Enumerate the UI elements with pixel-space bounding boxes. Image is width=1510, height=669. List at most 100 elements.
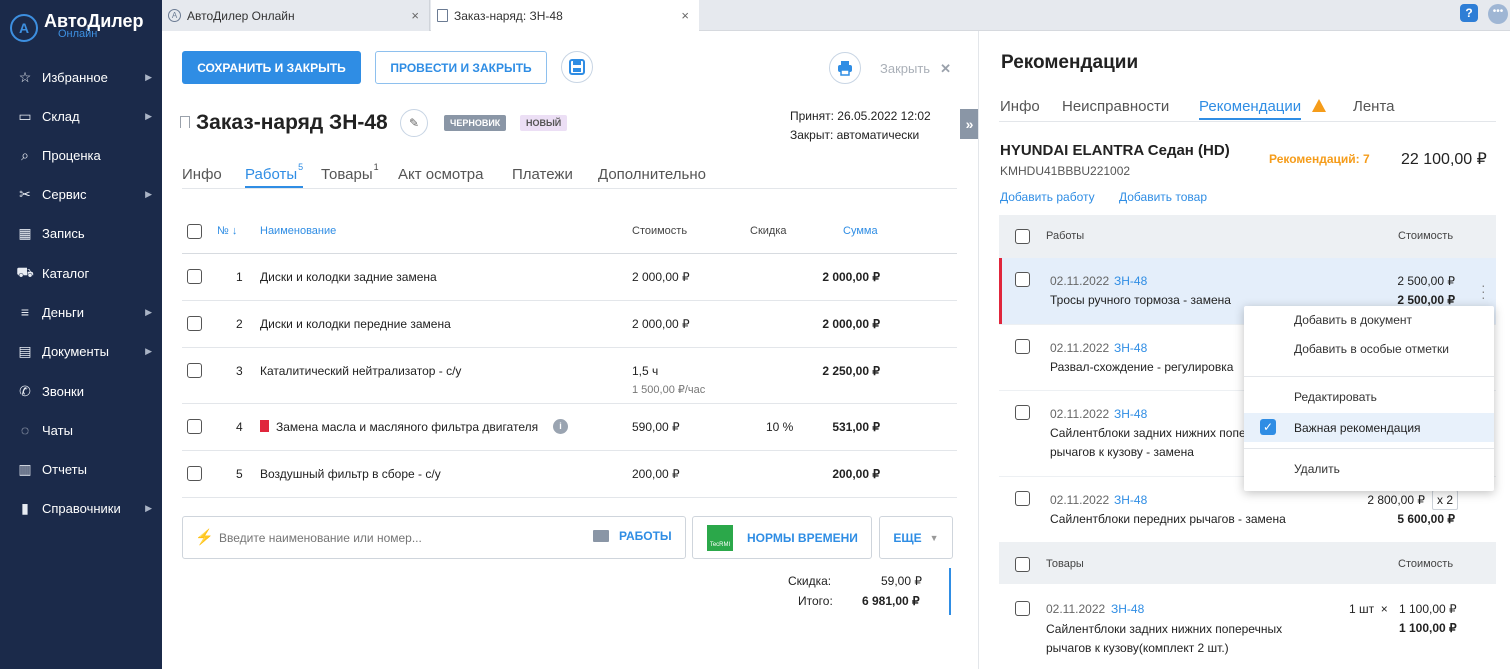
- sidebar-item-8[interactable]: ✆ Звонки: [0, 376, 162, 406]
- time-norms-button[interactable]: TecRMI НОРМЫ ВРЕМЕНИ: [692, 516, 872, 559]
- col-number[interactable]: № ↓: [217, 225, 237, 237]
- works-catalog-button[interactable]: РАБОТЫ: [593, 529, 672, 543]
- close-tab-icon[interactable]: ×: [681, 8, 689, 23]
- sidebar-item-10[interactable]: ▥ Отчеты: [0, 454, 162, 484]
- table-row[interactable]: 5 Воздушный фильтр в сборе - с/у 200,00 ₽ 2…: [182, 451, 957, 498]
- rec-total: 2 500,00 ₽: [1397, 293, 1455, 307]
- kebab-menu-icon[interactable]: · · ·: [1481, 278, 1486, 304]
- lightning-icon: ⚡: [195, 529, 214, 546]
- row-checkbox[interactable]: [1015, 272, 1030, 287]
- sidebar-item-4[interactable]: ▦ Запись: [0, 218, 162, 248]
- table-row[interactable]: 4 Замена масла и масляного фильтра двигат…: [182, 404, 957, 451]
- row-checkbox[interactable]: [187, 316, 202, 331]
- save-close-button[interactable]: СОХРАНИТЬ И ЗАКРЫТЬ: [182, 51, 361, 84]
- tab-label: Заказ-наряд: ЗН-48: [454, 8, 563, 23]
- sidebar-item-label: Документы: [42, 343, 110, 359]
- sidebar-item-label: Отчеты: [42, 461, 87, 477]
- sidebar-item-11[interactable]: ▮ Справочники ▶: [0, 493, 162, 523]
- row-checkbox[interactable]: [187, 466, 202, 481]
- info-icon[interactable]: i: [553, 419, 568, 434]
- rec-doc-link[interactable]: ЗН-48: [1114, 407, 1147, 421]
- sidebar-item-2[interactable]: ⌕ Проценка: [0, 140, 162, 170]
- rec-price: 2 800,00 ₽: [1367, 493, 1425, 507]
- row-checkbox[interactable]: [187, 269, 202, 284]
- row-checkbox[interactable]: [1015, 339, 1030, 354]
- tab-additional[interactable]: Дополнительно: [598, 166, 706, 183]
- sidebar-item-9[interactable]: ◌ Чаты: [0, 415, 162, 445]
- add-goods-link[interactable]: Добавить товар: [1119, 190, 1207, 204]
- sidebar-item-5[interactable]: ⛟ Каталог: [0, 258, 162, 288]
- table-row[interactable]: 2 Диски и колодки передние замена 2 000,00…: [182, 301, 957, 348]
- collapse-panel-icon[interactable]: »: [960, 109, 979, 139]
- row-name[interactable]: Замена масла и масляного фильтра двигате…: [276, 420, 538, 434]
- panel-tab-recommendations[interactable]: Рекомендации: [1199, 98, 1302, 120]
- chevron-right-icon: ▶: [145, 502, 152, 513]
- table-row[interactable]: 3 Каталитический нейтрализатор - с/у 1,5 ч…: [182, 348, 957, 404]
- panel-tab-feed[interactable]: Лента: [1353, 98, 1395, 115]
- tab-works[interactable]: Работы5: [245, 162, 304, 188]
- tab-work-order[interactable]: Заказ-наряд: ЗН-48 ×: [431, 0, 699, 31]
- row-name[interactable]: Диски и колодки передние замена: [260, 317, 451, 331]
- tab-goods[interactable]: Товары1: [321, 162, 379, 183]
- row-checkbox[interactable]: [1015, 405, 1030, 420]
- rec-doc-link[interactable]: ЗН-48: [1114, 493, 1147, 507]
- sidebar-item-3[interactable]: ✂ Сервис ▶: [0, 179, 162, 209]
- rec-date: 02.11.2022: [1050, 341, 1110, 355]
- select-all-checkbox[interactable]: [187, 224, 202, 239]
- print-icon[interactable]: [829, 52, 861, 84]
- sidebar-item-7[interactable]: ▤ Документы ▶: [0, 336, 162, 366]
- tab-autodealer-online[interactable]: A АвтоДилер Онлайн ×: [162, 0, 430, 31]
- help-icon[interactable]: ?: [1460, 4, 1478, 22]
- close-button[interactable]: Закрыть ✕: [880, 61, 951, 77]
- sidebar-item-label: Деньги: [42, 304, 84, 320]
- panel-tab-faults[interactable]: Неисправности: [1062, 98, 1169, 115]
- row-sum: 2 250,00 ₽: [822, 364, 880, 378]
- save-disk-icon[interactable]: [561, 51, 593, 83]
- chat-bubble-icon[interactable]: •••: [1488, 4, 1508, 24]
- important-flag-icon: [260, 420, 269, 432]
- row-name[interactable]: Диски и колодки задние замена: [260, 270, 437, 284]
- search-input[interactable]: [219, 526, 579, 550]
- col-discount[interactable]: Скидка: [750, 225, 787, 237]
- goods-doc-link[interactable]: ЗН-48: [1111, 602, 1144, 616]
- row-checkbox[interactable]: [1015, 491, 1030, 506]
- edit-pencil-icon[interactable]: ✎: [400, 109, 428, 137]
- post-close-button[interactable]: ПРОВЕСТИ И ЗАКРЫТЬ: [375, 51, 547, 84]
- sidebar-item-label: Запись: [42, 225, 85, 241]
- table-row[interactable]: 1 Диски и колодки задние замена 2 000,00 ₽…: [182, 254, 957, 301]
- row-name[interactable]: Каталитический нейтрализатор - с/у: [260, 364, 461, 378]
- select-all-works-checkbox[interactable]: [1015, 229, 1030, 244]
- sidebar-item-6[interactable]: ≡ Деньги ▶: [0, 297, 162, 327]
- sidebar-item-label: Справочники: [42, 500, 121, 516]
- col-cost[interactable]: Стоимость: [632, 225, 687, 237]
- row-checkbox[interactable]: [187, 419, 202, 434]
- menu-add-to-document[interactable]: Добавить в документ: [1244, 306, 1494, 334]
- menu-delete[interactable]: Удалить: [1244, 455, 1494, 483]
- app-logo[interactable]: А АвтоДилер Онлайн: [10, 12, 144, 42]
- row-cost: 1,5 ч: [632, 364, 659, 378]
- sidebar-item-label: Склад: [42, 108, 80, 124]
- tab-inspection[interactable]: Акт осмотра: [398, 166, 484, 183]
- panel-tab-info[interactable]: Инфо: [1000, 98, 1040, 115]
- menu-add-to-special-notes[interactable]: Добавить в особые отметки: [1244, 335, 1494, 363]
- select-all-goods-checkbox[interactable]: [1015, 557, 1030, 572]
- sidebar-item-0[interactable]: ☆ Избранное ▶: [0, 62, 162, 92]
- more-dropdown[interactable]: ЕЩЕ ▼: [879, 516, 953, 559]
- col-sum[interactable]: Сумма: [843, 225, 878, 237]
- sidebar-item-1[interactable]: ▭ Склад ▶: [0, 101, 162, 131]
- row-checkbox[interactable]: [187, 363, 202, 378]
- rec-doc-link[interactable]: ЗН-48: [1114, 274, 1147, 288]
- bookmark-icon[interactable]: [180, 116, 190, 128]
- tab-payments[interactable]: Платежи: [512, 166, 573, 183]
- star-icon: ☆: [18, 68, 32, 85]
- col-name[interactable]: Наименование: [260, 225, 336, 237]
- row-name[interactable]: Воздушный фильтр в сборе - с/у: [260, 467, 441, 481]
- close-tab-icon[interactable]: ×: [411, 8, 419, 23]
- row-checkbox[interactable]: [1015, 601, 1030, 616]
- tab-info[interactable]: Инфо: [182, 166, 222, 183]
- menu-edit[interactable]: Редактировать: [1244, 383, 1494, 411]
- goods-row[interactable]: 02.11.2022 ЗН-48 Сайлентблоки задних ниж…: [999, 584, 1496, 669]
- menu-important-recommendation[interactable]: ✓ Важная рекомендация: [1244, 413, 1494, 442]
- rec-doc-link[interactable]: ЗН-48: [1114, 341, 1147, 355]
- add-work-link[interactable]: Добавить работу: [1000, 190, 1095, 204]
